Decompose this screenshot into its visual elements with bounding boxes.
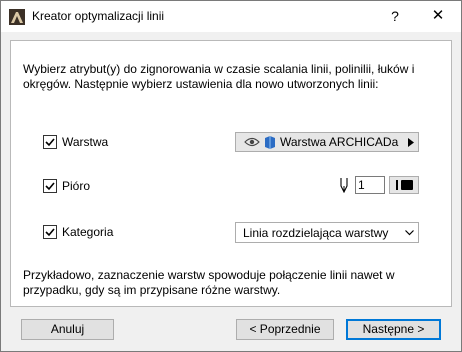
- category-dropdown[interactable]: Linia rozdzielająca warstwy: [235, 222, 419, 243]
- eye-icon: [244, 137, 260, 147]
- pen-number-field[interactable]: 1: [355, 176, 385, 194]
- layer-label: Warstwa: [62, 135, 109, 149]
- checkbox-check-icon: [45, 228, 55, 237]
- chevron-down-icon: [405, 230, 414, 236]
- pen-color-swatch: [401, 180, 413, 190]
- layer-selector[interactable]: Warstwa ARCHICADa: [235, 132, 419, 152]
- category-value: Linia rozdzielająca warstwy: [243, 226, 389, 240]
- help-button[interactable]: ?: [383, 5, 407, 27]
- layer-value: Warstwa ARCHICADa: [280, 135, 399, 149]
- back-button[interactable]: < Poprzednie: [236, 319, 334, 340]
- title-bar: Kreator optymalizacji linii ? ✕: [1, 1, 461, 32]
- pen-checkbox[interactable]: [43, 179, 57, 193]
- checkbox-check-icon: [45, 138, 55, 147]
- category-checkbox[interactable]: [43, 225, 57, 239]
- app-icon: [9, 9, 25, 25]
- triangle-right-icon: [408, 138, 414, 147]
- checkbox-check-icon: [45, 182, 55, 191]
- category-label: Kategoria: [62, 225, 114, 239]
- layer-icon: [265, 136, 275, 149]
- window-title: Kreator optymalizacji linii: [32, 9, 165, 23]
- layer-checkbox[interactable]: [43, 135, 57, 149]
- close-button[interactable]: ✕: [426, 5, 450, 27]
- pen-icon: [340, 178, 348, 193]
- pen-thin-bar: [396, 180, 398, 190]
- description-text: Wybierz atrybut(y) do zignorowania w cza…: [23, 62, 415, 91]
- content-panel: Wybierz atrybut(y) do zignorowania w cza…: [10, 40, 452, 307]
- example-text: Przykładowo, zaznaczenie warstw spowoduj…: [23, 268, 395, 297]
- dialog-window: Kreator optymalizacji linii ? ✕ Wybierz …: [0, 0, 462, 352]
- next-button[interactable]: Następne >: [346, 319, 441, 340]
- cancel-button[interactable]: Anuluj: [21, 319, 114, 340]
- pen-swatch-button[interactable]: [389, 176, 419, 194]
- pen-label: Pióro: [62, 179, 91, 193]
